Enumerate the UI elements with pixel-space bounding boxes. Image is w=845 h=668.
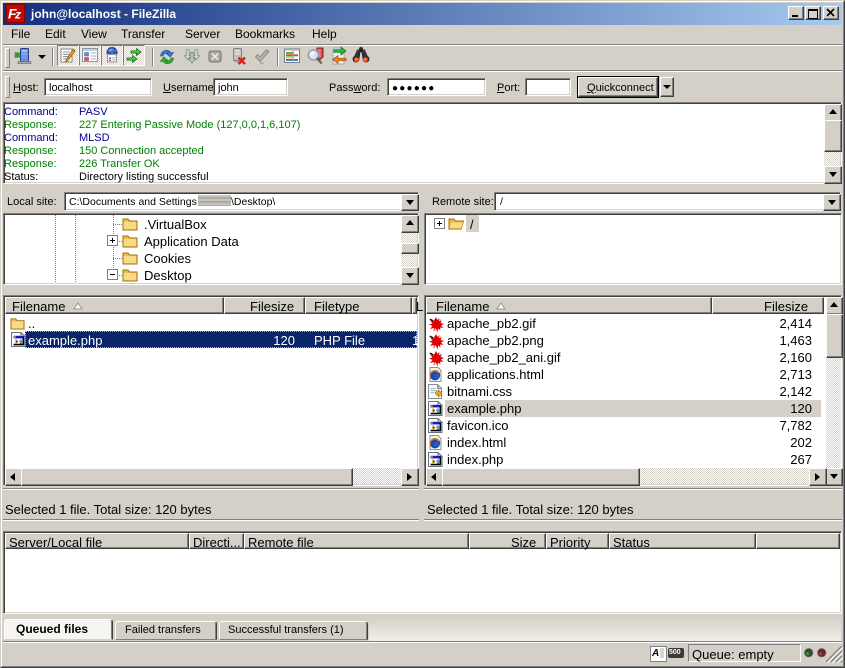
svg-text:z: z bbox=[14, 8, 21, 22]
